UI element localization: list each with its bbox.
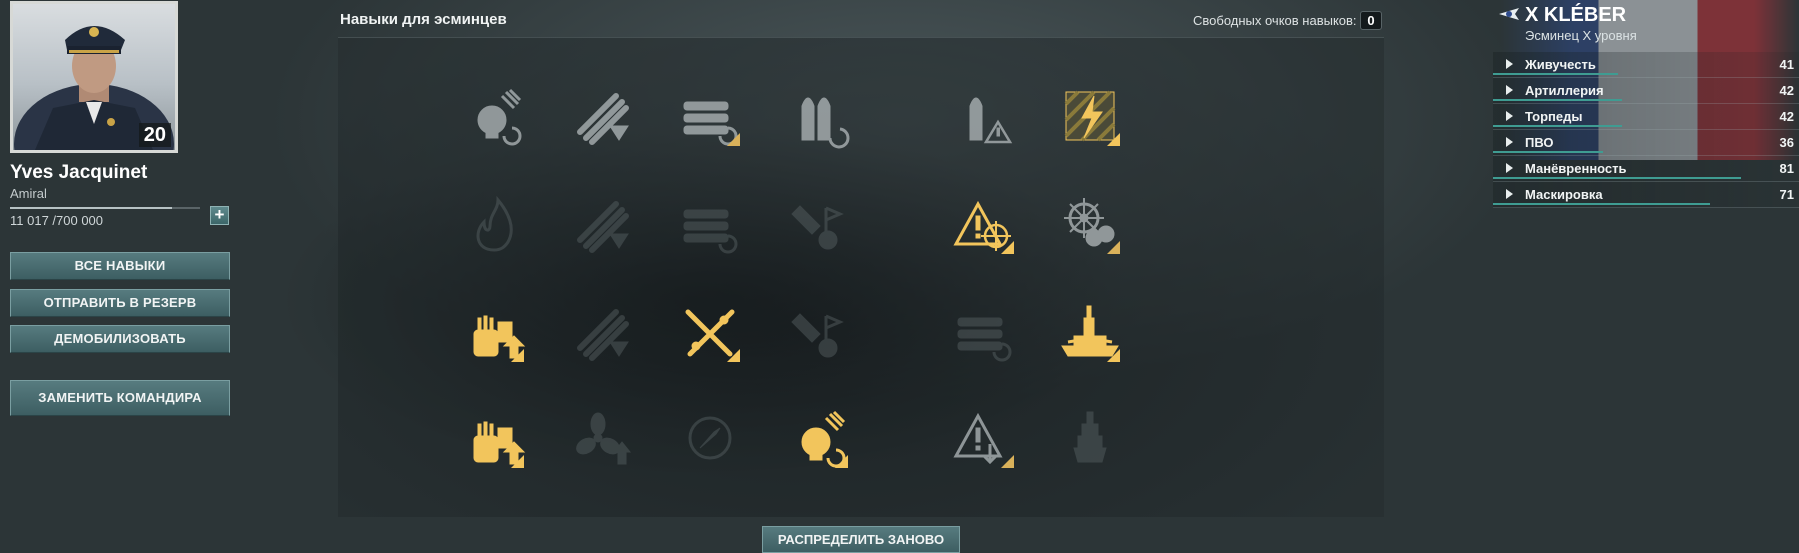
expand-arrow-icon[interactable] bbox=[1506, 189, 1513, 199]
stat-bar bbox=[1493, 177, 1741, 179]
stat-label: Живучесть bbox=[1525, 57, 1596, 72]
torpedo-tubes-icon bbox=[577, 309, 629, 361]
skill-slot[interactable] bbox=[458, 188, 530, 260]
commander-rank: Amiral bbox=[10, 186, 47, 201]
commander-level-badge: 20 bbox=[138, 123, 171, 147]
skill-slot[interactable] bbox=[1054, 402, 1126, 474]
skill-learned-corner bbox=[1001, 241, 1014, 254]
secondary-reload-icon bbox=[477, 88, 522, 146]
skill-learned-corner bbox=[511, 455, 524, 468]
skill-slot[interactable] bbox=[1054, 80, 1126, 152]
xp-progress-fill bbox=[10, 207, 172, 209]
expand-arrow-icon[interactable] bbox=[1506, 85, 1513, 95]
stat-row[interactable]: Живучесть 41 bbox=[1493, 52, 1799, 78]
skill-learned-corner bbox=[1107, 133, 1120, 146]
propeller-upgrade-icon bbox=[576, 412, 632, 465]
stat-label: Артиллерия bbox=[1525, 83, 1604, 98]
ship-silhouette-icon bbox=[1073, 411, 1107, 463]
skill-slot[interactable] bbox=[782, 188, 854, 260]
skills-grid bbox=[338, 37, 1384, 517]
stat-value: 41 bbox=[1779, 57, 1794, 72]
compass-icon bbox=[688, 416, 732, 460]
skill-slot[interactable] bbox=[948, 402, 1020, 474]
torpedo-tubes-icon bbox=[577, 201, 629, 253]
skill-slot[interactable] bbox=[1054, 296, 1126, 368]
skill-slot[interactable] bbox=[566, 296, 638, 368]
expand-arrow-icon[interactable] bbox=[1506, 111, 1513, 121]
send-to-reserve-button[interactable]: ОТПРАВИТЬ В РЕЗЕРВ bbox=[10, 289, 230, 317]
all-skills-button[interactable]: ВСЕ НАВЫКИ bbox=[10, 252, 230, 280]
stat-bar bbox=[1493, 203, 1711, 205]
ammo-warning-icon bbox=[969, 97, 1013, 144]
skill-slot[interactable] bbox=[674, 188, 746, 260]
fire-icon bbox=[476, 195, 513, 252]
stat-bar bbox=[1493, 125, 1622, 127]
stat-bar bbox=[1493, 151, 1604, 153]
skill-slot[interactable] bbox=[782, 402, 854, 474]
expand-arrow-icon[interactable] bbox=[1506, 137, 1513, 147]
skill-learned-corner bbox=[1107, 349, 1120, 362]
xp-progress-bar bbox=[10, 207, 200, 209]
stat-label: Торпеды bbox=[1525, 109, 1583, 124]
ship-stats-list: Живучесть 41 Артиллерия 42 Торпеды 42 ПВО 36 Ман… bbox=[1493, 52, 1799, 208]
skill-learned-corner bbox=[835, 455, 848, 468]
skill-learned-corner bbox=[1001, 455, 1014, 468]
stat-label: Манёвренность bbox=[1525, 161, 1627, 176]
stat-value: 42 bbox=[1779, 109, 1794, 124]
expand-arrow-icon[interactable] bbox=[1506, 163, 1513, 173]
skill-slot[interactable] bbox=[674, 80, 746, 152]
shells-reload-icon bbox=[801, 97, 850, 149]
skill-slot[interactable] bbox=[948, 296, 1020, 368]
stat-row[interactable]: Торпеды 42 bbox=[1493, 104, 1799, 130]
skills-panel-title: Навыки для эсминцев bbox=[340, 11, 507, 28]
demobilize-button[interactable]: ДЕМОБИЛИЗОВАТЬ bbox=[10, 325, 230, 353]
skill-slot[interactable] bbox=[948, 188, 1020, 260]
skill-slot[interactable] bbox=[458, 80, 530, 152]
stat-row[interactable]: ПВО 36 bbox=[1493, 130, 1799, 156]
skill-slot[interactable] bbox=[782, 80, 854, 152]
free-points-label: Свободных очков навыков: bbox=[1193, 13, 1357, 28]
stat-bar bbox=[1493, 99, 1622, 101]
stat-value: 81 bbox=[1779, 161, 1794, 176]
skill-slot[interactable] bbox=[566, 80, 638, 152]
commander-portrait[interactable]: 20 bbox=[10, 1, 178, 153]
torpedo-reload-icon bbox=[957, 317, 1012, 362]
torpedo-reload-icon bbox=[683, 209, 738, 254]
replace-commander-button[interactable]: ЗАМЕНИТЬ КОМАНДИРА bbox=[10, 380, 230, 416]
expand-arrow-icon[interactable] bbox=[1506, 59, 1513, 69]
add-xp-button[interactable]: + bbox=[210, 206, 229, 225]
stat-row[interactable]: Артиллерия 42 bbox=[1493, 78, 1799, 104]
stat-label: Маскировка bbox=[1525, 187, 1603, 202]
skill-slot[interactable] bbox=[566, 188, 638, 260]
skill-slot[interactable] bbox=[674, 296, 746, 368]
stat-row[interactable]: Манёвренность 81 bbox=[1493, 156, 1799, 182]
skill-slot[interactable] bbox=[782, 296, 854, 368]
skill-slot[interactable] bbox=[566, 402, 638, 474]
torpedo-tubes-icon bbox=[577, 93, 629, 145]
skill-learned-corner bbox=[511, 349, 524, 362]
free-points-count: 0 bbox=[1360, 11, 1382, 30]
ship-class: Эсминец X уровня bbox=[1525, 28, 1637, 43]
stat-value: 36 bbox=[1779, 135, 1794, 150]
skill-learned-corner bbox=[1107, 241, 1120, 254]
stat-label: ПВО bbox=[1525, 135, 1554, 150]
ship-name: X KLÉBER bbox=[1525, 4, 1627, 26]
flag-repair-icon bbox=[791, 313, 844, 358]
xp-text: 11 017 /700 000 bbox=[10, 213, 104, 228]
skill-slot[interactable] bbox=[458, 402, 530, 474]
skill-slot[interactable] bbox=[458, 296, 530, 368]
flag-repair-icon bbox=[791, 205, 844, 250]
redistribute-button[interactable]: РАСПРЕДЕЛИТЬ ЗАНОВО bbox=[762, 526, 960, 553]
skill-slot[interactable] bbox=[1054, 188, 1126, 260]
skill-slot[interactable] bbox=[948, 80, 1020, 152]
stat-bar bbox=[1493, 73, 1619, 75]
stat-row[interactable]: Маскировка 71 bbox=[1493, 182, 1799, 208]
skill-slot[interactable] bbox=[674, 402, 746, 474]
skill-learned-corner bbox=[727, 133, 740, 146]
stat-value: 71 bbox=[1779, 187, 1794, 202]
stat-value: 42 bbox=[1779, 83, 1794, 98]
skill-learned-corner bbox=[727, 349, 740, 362]
commander-name: Yves Jacquinet bbox=[10, 162, 148, 183]
destroyer-class-icon bbox=[1499, 8, 1519, 20]
